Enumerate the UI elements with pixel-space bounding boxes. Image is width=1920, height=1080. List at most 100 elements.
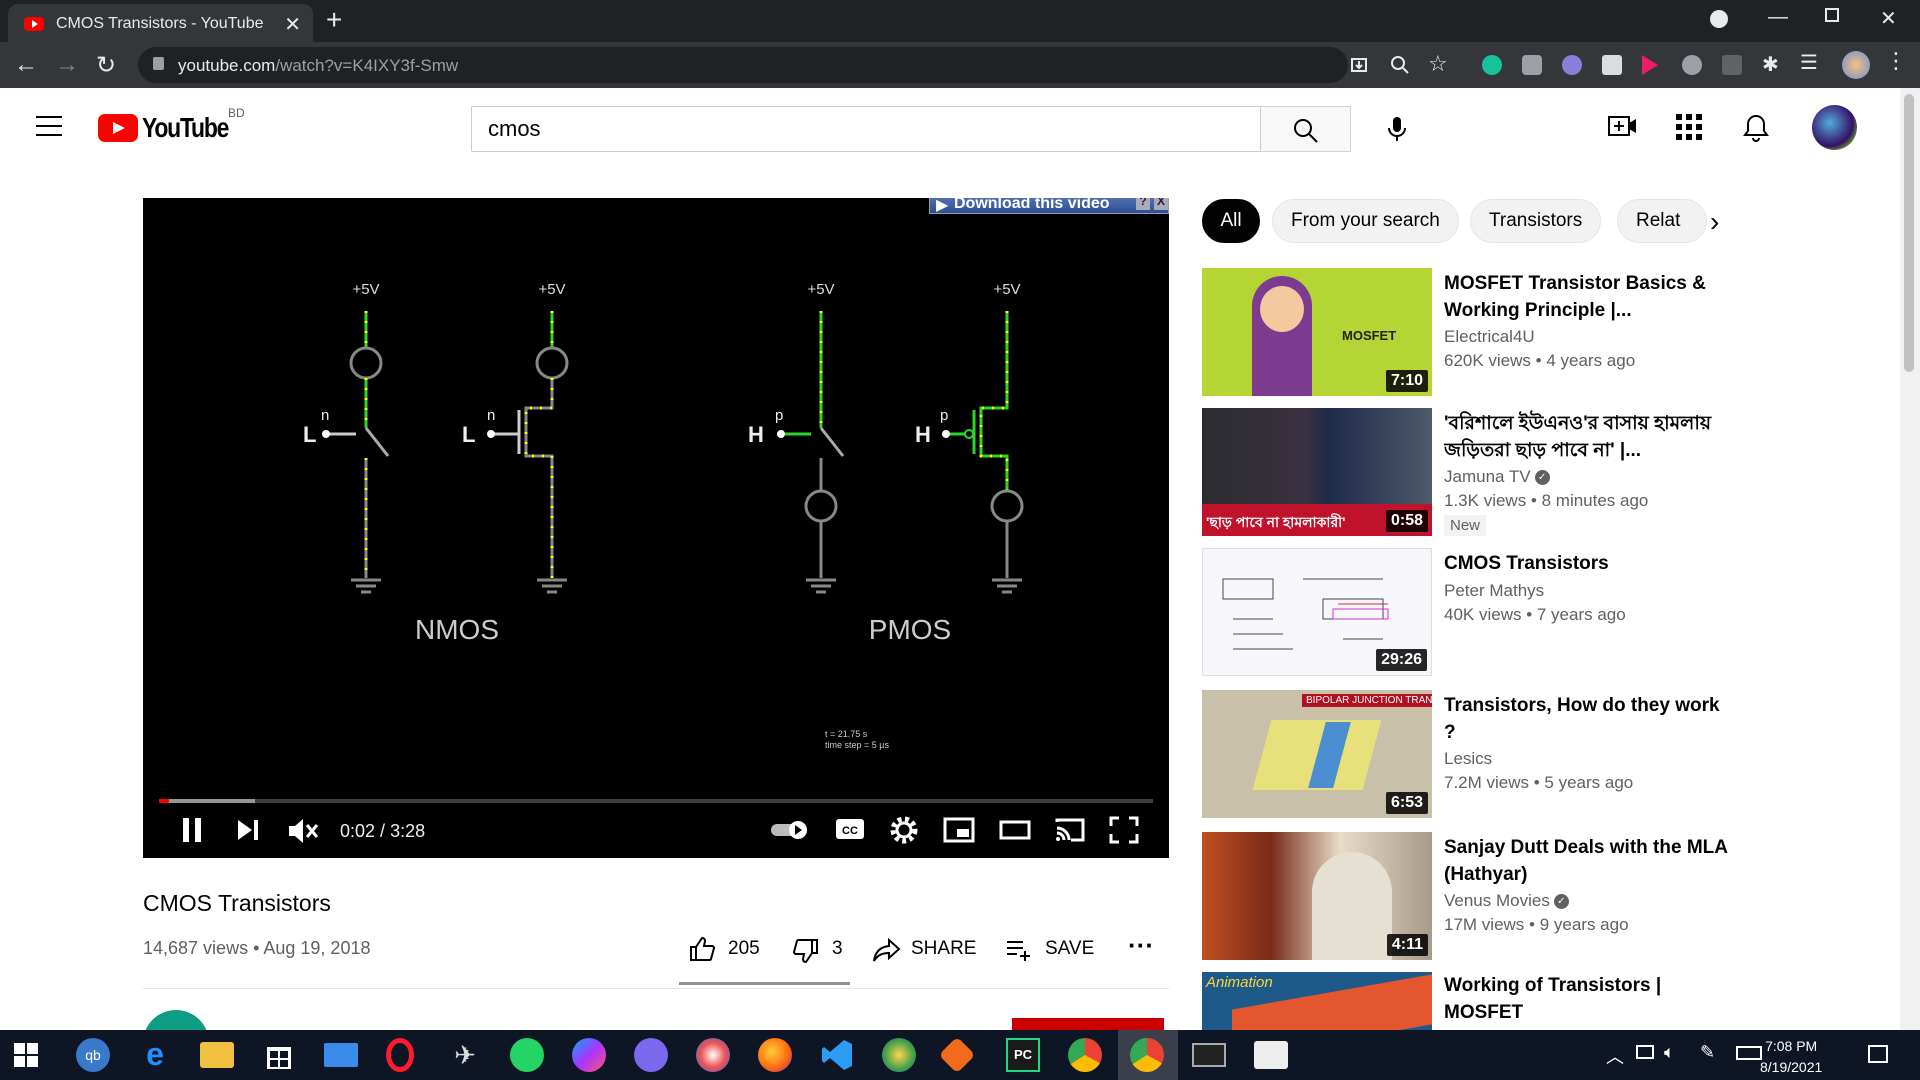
restore-icon[interactable] xyxy=(1825,8,1839,22)
chrome-active-icon[interactable] xyxy=(1130,1038,1164,1072)
recommendation-item[interactable]: 29:26 CMOS Transistors Peter Mathys 40K … xyxy=(1202,548,1722,678)
cast-icon[interactable] xyxy=(1053,816,1087,844)
chip-from-your-search[interactable]: From your search xyxy=(1272,199,1459,243)
back-icon[interactable]: ← xyxy=(14,51,38,79)
settings-gear-icon[interactable] xyxy=(890,816,918,844)
forward-icon[interactable]: → xyxy=(55,51,79,79)
url-bar[interactable]: youtube.com/watch?v=K4IXY3f-Smw ☆ xyxy=(138,47,1448,83)
create-video-icon[interactable] xyxy=(1608,114,1638,140)
pause-icon[interactable] xyxy=(180,816,204,844)
recommendation-channel[interactable]: Peter Mathys xyxy=(1444,581,1544,601)
video-thumbnail[interactable]: 'ছাড় পাবে না হামলাকারী' 0:58 xyxy=(1202,408,1432,536)
chip-all[interactable]: All xyxy=(1202,199,1260,243)
recommendation-item[interactable]: BIPOLAR JUNCTION TRANSISTOR 6:53 Transis… xyxy=(1202,690,1722,820)
window-close-icon[interactable]: ✕ xyxy=(1880,6,1897,31)
video-player[interactable]: ▶ Download this video ? X +5V L n +5V L … xyxy=(143,198,1169,858)
tray-chevron-up-icon[interactable]: ︿ xyxy=(1606,1043,1624,1069)
edge-browser-icon[interactable]: e xyxy=(138,1038,172,1072)
app-icon[interactable] xyxy=(1254,1041,1288,1069)
play-extension-icon[interactable] xyxy=(1642,55,1658,75)
chrome-icon[interactable] xyxy=(1068,1038,1102,1072)
action-center-icon[interactable] xyxy=(1868,1045,1888,1063)
pycharm-icon[interactable]: PC xyxy=(1006,1038,1040,1072)
recommendation-item[interactable]: MOSFET 7:10 MOSFET Transistor Basics & W… xyxy=(1202,268,1722,398)
satellite-app-icon[interactable]: ✈ xyxy=(448,1038,482,1072)
recommendation-channel[interactable]: Lesics xyxy=(1444,749,1492,769)
puzzle-extensions-icon[interactable]: ✱ xyxy=(1762,52,1782,76)
video-thumbnail[interactable]: MOSFET 7:10 xyxy=(1202,268,1432,396)
chevron-right-icon[interactable]: › xyxy=(1710,206,1719,238)
recommendation-item[interactable]: 'ছাড় পাবে না হামলাকারী' 0:58 'বরিশালে ই… xyxy=(1202,408,1722,538)
microphone-icon[interactable] xyxy=(1378,110,1416,148)
search-button[interactable] xyxy=(1261,106,1351,152)
profile-avatar-icon[interactable] xyxy=(1842,51,1870,79)
video-thumbnail[interactable]: BIPOLAR JUNCTION TRANSISTOR 6:53 xyxy=(1202,690,1432,818)
store-icon[interactable] xyxy=(262,1038,296,1072)
more-actions-icon[interactable]: ··· xyxy=(1128,930,1154,961)
browser-menu-icon[interactable]: ⋮ xyxy=(1885,48,1907,73)
progress-bar[interactable] xyxy=(159,799,1153,803)
mail-icon[interactable] xyxy=(324,1043,358,1067)
github-desktop-icon[interactable] xyxy=(634,1038,668,1072)
qbittorrent-icon[interactable]: qb xyxy=(76,1038,110,1072)
whatsapp-icon[interactable] xyxy=(510,1038,544,1072)
recommendation-title[interactable]: Transistors, How do they work ? xyxy=(1444,692,1734,746)
video-thumbnail[interactable]: 29:26 xyxy=(1202,548,1432,676)
profile-download-icon[interactable] xyxy=(1710,10,1728,28)
recommendation-title[interactable]: Working of Transistors | MOSFET xyxy=(1444,972,1722,1026)
camera-extension-icon[interactable] xyxy=(1522,55,1542,75)
extension-icon[interactable] xyxy=(1722,55,1742,75)
keyboard-icon[interactable] xyxy=(1736,1046,1762,1060)
volume-icon[interactable]: 🔈︎ xyxy=(1664,1042,1675,1063)
search-box[interactable] xyxy=(471,106,1261,152)
fullscreen-icon[interactable] xyxy=(1109,816,1139,844)
recommendation-channel[interactable]: Venus Movies ✓ xyxy=(1444,891,1569,911)
grammarly-extension-icon[interactable] xyxy=(1482,55,1502,75)
search-input[interactable] xyxy=(488,116,1188,142)
reading-list-icon[interactable]: ☰ xyxy=(1800,50,1820,74)
user-avatar[interactable] xyxy=(1812,105,1857,150)
taskbar-clock[interactable]: 7:08 PM 8/19/2021 xyxy=(1760,1036,1822,1078)
network-icon[interactable] xyxy=(1636,1045,1654,1059)
vscode-icon[interactable] xyxy=(820,1038,854,1072)
recommendation-channel[interactable]: Jamuna TV ✓ xyxy=(1444,467,1550,487)
recommendation-title[interactable]: 'বরিশালে ইউএনও'র বাসায় হামলায় জড়িতরা … xyxy=(1444,410,1734,464)
reload-icon[interactable]: ↻ xyxy=(96,51,116,80)
recommendation-title[interactable]: Sanjay Dutt Deals with the MLA (Hathyar) xyxy=(1444,834,1734,888)
messenger-icon[interactable] xyxy=(572,1038,606,1072)
subscribe-button[interactable] xyxy=(1012,1018,1164,1030)
video-thumbnail[interactable]: Animation xyxy=(1202,972,1432,1030)
recommendation-title[interactable]: CMOS Transistors xyxy=(1444,550,1734,577)
recommendation-item[interactable]: 4:11 Sanjay Dutt Deals with the MLA (Hat… xyxy=(1202,832,1727,962)
autoplay-toggle[interactable] xyxy=(769,819,811,841)
app-icon[interactable] xyxy=(882,1038,916,1072)
firefox-icon[interactable] xyxy=(758,1038,792,1072)
bookmark-star-icon[interactable]: ☆ xyxy=(1428,51,1448,77)
terminal-icon[interactable] xyxy=(1192,1043,1226,1067)
file-explorer-icon[interactable] xyxy=(200,1042,234,1068)
scrollbar-thumb[interactable] xyxy=(1904,94,1914,372)
apps-grid-icon[interactable] xyxy=(1676,114,1702,140)
chip-related[interactable]: Relat xyxy=(1617,199,1707,243)
new-tab-button[interactable]: + xyxy=(326,6,342,34)
miniplayer-icon[interactable] xyxy=(943,816,975,844)
extension-icon[interactable] xyxy=(1602,55,1622,75)
pen-icon[interactable]: ✎ xyxy=(1700,1042,1715,1063)
windows-start-icon[interactable] xyxy=(14,1043,48,1077)
video-thumbnail[interactable]: 4:11 xyxy=(1202,832,1432,960)
browser-tab[interactable]: CMOS Transistors - YouTube ✕ xyxy=(8,4,313,42)
notifications-bell-icon[interactable] xyxy=(1743,114,1769,142)
tab-close-icon[interactable]: ✕ xyxy=(284,12,301,37)
captions-icon[interactable]: CC xyxy=(835,816,865,842)
next-video-icon[interactable] xyxy=(236,816,260,844)
install-icon[interactable] xyxy=(1350,56,1368,74)
theater-mode-icon[interactable] xyxy=(999,816,1031,844)
minimize-icon[interactable]: — xyxy=(1768,6,1788,29)
opera-icon[interactable] xyxy=(386,1038,414,1072)
extension-icon[interactable] xyxy=(1562,55,1582,75)
chip-transistors[interactable]: Transistors xyxy=(1470,199,1602,243)
recommendation-item[interactable]: Animation Working of Transistors | MOSFE… xyxy=(1202,972,1722,1030)
muted-volume-icon[interactable] xyxy=(287,816,319,846)
recommendation-title[interactable]: MOSFET Transistor Basics & Working Princ… xyxy=(1444,270,1734,324)
tool-app-icon[interactable] xyxy=(938,1036,976,1074)
